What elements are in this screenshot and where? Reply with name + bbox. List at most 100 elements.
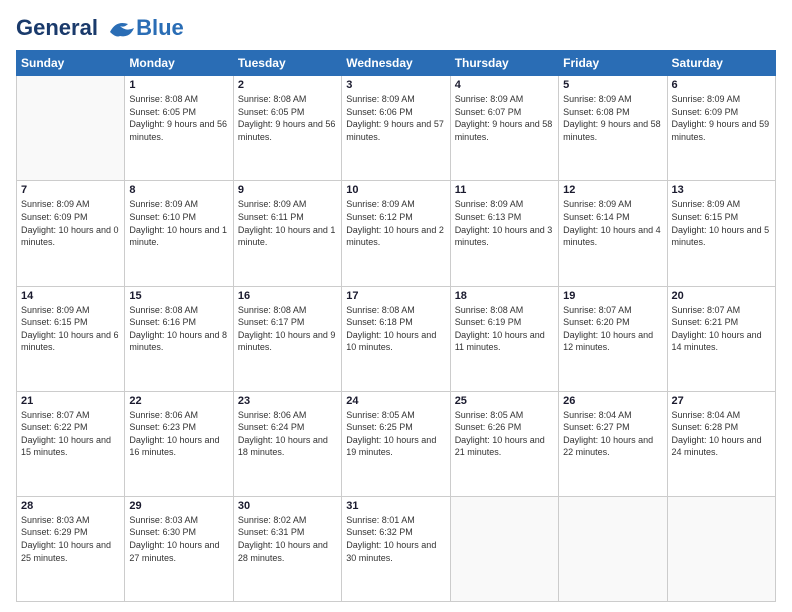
table-row: 9Sunrise: 8:09 AMSunset: 6:11 PMDaylight… xyxy=(233,181,341,286)
day-number: 20 xyxy=(672,290,771,302)
table-row: 5Sunrise: 8:09 AMSunset: 6:08 PMDaylight… xyxy=(559,76,667,181)
day-number: 24 xyxy=(346,395,445,407)
day-number: 30 xyxy=(238,500,337,512)
day-info: Sunrise: 8:08 AMSunset: 6:16 PMDaylight:… xyxy=(129,304,228,354)
day-number: 2 xyxy=(238,79,337,91)
table-row: 24 Sunrise: 8:05 AMSunset: 6:25 PMDayligh… xyxy=(342,391,450,496)
day-info: Sunrise: 8:06 AMSunset: 6:23 PMDaylight:… xyxy=(129,409,228,459)
table-row xyxy=(559,496,667,601)
calendar-week-row: 7Sunrise: 8:09 AMSunset: 6:09 PMDaylight… xyxy=(17,181,776,286)
day-number: 25 xyxy=(455,395,554,407)
day-info: Sunrise: 8:09 AMSunset: 6:15 PMDaylight:… xyxy=(672,198,771,248)
table-row: 22 Sunrise: 8:06 AMSunset: 6:23 PMDayligh… xyxy=(125,391,233,496)
table-row: 20 Sunrise: 8:07 AMSunset: 6:21 PMDayligh… xyxy=(667,286,775,391)
table-row: 3Sunrise: 8:09 AMSunset: 6:06 PMDaylight… xyxy=(342,76,450,181)
logo-bird-icon xyxy=(106,18,134,40)
day-info: Sunrise: 8:09 AMSunset: 6:12 PMDaylight:… xyxy=(346,198,445,248)
table-row xyxy=(17,76,125,181)
table-row: 14 Sunrise: 8:09 AMSunset: 6:15 PMDayligh… xyxy=(17,286,125,391)
day-info: Sunrise: 8:03 AMSunset: 6:29 PMDaylight:… xyxy=(21,514,120,564)
day-info: Sunrise: 8:07 AMSunset: 6:21 PMDaylight:… xyxy=(672,304,771,354)
day-info: Sunrise: 8:04 AMSunset: 6:28 PMDaylight:… xyxy=(672,409,771,459)
header-thursday: Thursday xyxy=(450,51,558,76)
day-info: Sunrise: 8:04 AMSunset: 6:27 PMDaylight:… xyxy=(563,409,662,459)
day-info: Sunrise: 8:08 AMSunset: 6:19 PMDaylight:… xyxy=(455,304,554,354)
table-row: 29Sunrise: 8:03 AMSunset: 6:30 PMDayligh… xyxy=(125,496,233,601)
table-row: 10 Sunrise: 8:09 AMSunset: 6:12 PMDayligh… xyxy=(342,181,450,286)
day-number: 13 xyxy=(672,184,771,196)
day-info: Sunrise: 8:09 AMSunset: 6:07 PMDaylight:… xyxy=(455,93,554,143)
table-row: 13 Sunrise: 8:09 AMSunset: 6:15 PMDayligh… xyxy=(667,181,775,286)
day-info: Sunrise: 8:09 AMSunset: 6:11 PMDaylight:… xyxy=(238,198,337,248)
table-row xyxy=(667,496,775,601)
calendar-table: Sunday Monday Tuesday Wednesday Thursday… xyxy=(16,50,776,602)
table-row: 1 Sunrise: 8:08 AMSunset: 6:05 PMDaylight… xyxy=(125,76,233,181)
day-info: Sunrise: 8:09 AMSunset: 6:13 PMDaylight:… xyxy=(455,198,554,248)
day-number: 10 xyxy=(346,184,445,196)
day-number: 11 xyxy=(455,184,554,196)
day-number: 21 xyxy=(21,395,120,407)
logo: General Blue xyxy=(16,16,184,40)
table-row: 31Sunrise: 8:01 AMSunset: 6:32 PMDayligh… xyxy=(342,496,450,601)
table-row: 28 Sunrise: 8:03 AMSunset: 6:29 PMDayligh… xyxy=(17,496,125,601)
day-number: 15 xyxy=(129,290,228,302)
day-number: 28 xyxy=(21,500,120,512)
day-number: 5 xyxy=(563,79,662,91)
header-sunday: Sunday xyxy=(17,51,125,76)
header-tuesday: Tuesday xyxy=(233,51,341,76)
table-row: 27Sunrise: 8:04 AMSunset: 6:28 PMDayligh… xyxy=(667,391,775,496)
table-row: 16 Sunrise: 8:08 AMSunset: 6:17 PMDayligh… xyxy=(233,286,341,391)
table-row: 4Sunrise: 8:09 AMSunset: 6:07 PMDaylight… xyxy=(450,76,558,181)
day-info: Sunrise: 8:05 AMSunset: 6:25 PMDaylight:… xyxy=(346,409,445,459)
day-info: Sunrise: 8:05 AMSunset: 6:26 PMDaylight:… xyxy=(455,409,554,459)
logo-blue: Blue xyxy=(136,16,184,40)
table-row: 7Sunrise: 8:09 AMSunset: 6:09 PMDaylight… xyxy=(17,181,125,286)
day-number: 14 xyxy=(21,290,120,302)
day-info: Sunrise: 8:02 AMSunset: 6:31 PMDaylight:… xyxy=(238,514,337,564)
day-info: Sunrise: 8:08 AMSunset: 6:18 PMDaylight:… xyxy=(346,304,445,354)
day-info: Sunrise: 8:09 AMSunset: 6:14 PMDaylight:… xyxy=(563,198,662,248)
header-monday: Monday xyxy=(125,51,233,76)
day-info: Sunrise: 8:08 AMSunset: 6:05 PMDaylight:… xyxy=(129,93,228,143)
day-number: 19 xyxy=(563,290,662,302)
table-row: 18Sunrise: 8:08 AMSunset: 6:19 PMDayligh… xyxy=(450,286,558,391)
day-number: 7 xyxy=(21,184,120,196)
day-info: Sunrise: 8:07 AMSunset: 6:20 PMDaylight:… xyxy=(563,304,662,354)
logo-text: General xyxy=(16,16,134,40)
table-row: 23Sunrise: 8:06 AMSunset: 6:24 PMDayligh… xyxy=(233,391,341,496)
day-number: 22 xyxy=(129,395,228,407)
day-info: Sunrise: 8:09 AMSunset: 6:09 PMDaylight:… xyxy=(672,93,771,143)
table-row: 30 Sunrise: 8:02 AMSunset: 6:31 PMDayligh… xyxy=(233,496,341,601)
table-row xyxy=(450,496,558,601)
table-row: 2Sunrise: 8:08 AMSunset: 6:05 PMDaylight… xyxy=(233,76,341,181)
day-number: 17 xyxy=(346,290,445,302)
weekday-header-row: Sunday Monday Tuesday Wednesday Thursday… xyxy=(17,51,776,76)
table-row: 26 Sunrise: 8:04 AMSunset: 6:27 PMDayligh… xyxy=(559,391,667,496)
day-number: 26 xyxy=(563,395,662,407)
day-info: Sunrise: 8:01 AMSunset: 6:32 PMDaylight:… xyxy=(346,514,445,564)
day-number: 8 xyxy=(129,184,228,196)
table-row: 12 Sunrise: 8:09 AMSunset: 6:14 PMDayligh… xyxy=(559,181,667,286)
header-saturday: Saturday xyxy=(667,51,775,76)
day-info: Sunrise: 8:06 AMSunset: 6:24 PMDaylight:… xyxy=(238,409,337,459)
day-info: Sunrise: 8:08 AMSunset: 6:17 PMDaylight:… xyxy=(238,304,337,354)
day-number: 12 xyxy=(563,184,662,196)
calendar-page: General Blue Sunday Monday Tuesday Wedne… xyxy=(0,0,792,612)
calendar-week-row: 14 Sunrise: 8:09 AMSunset: 6:15 PMDayligh… xyxy=(17,286,776,391)
header-friday: Friday xyxy=(559,51,667,76)
day-info: Sunrise: 8:09 AMSunset: 6:10 PMDaylight:… xyxy=(129,198,228,248)
day-info: Sunrise: 8:03 AMSunset: 6:30 PMDaylight:… xyxy=(129,514,228,564)
day-number: 16 xyxy=(238,290,337,302)
calendar-week-row: 21Sunrise: 8:07 AMSunset: 6:22 PMDayligh… xyxy=(17,391,776,496)
table-row: 17 Sunrise: 8:08 AMSunset: 6:18 PMDayligh… xyxy=(342,286,450,391)
table-row: 25 Sunrise: 8:05 AMSunset: 6:26 PMDayligh… xyxy=(450,391,558,496)
day-info: Sunrise: 8:09 AMSunset: 6:15 PMDaylight:… xyxy=(21,304,120,354)
table-row: 8 Sunrise: 8:09 AMSunset: 6:10 PMDaylight… xyxy=(125,181,233,286)
table-row: 11 Sunrise: 8:09 AMSunset: 6:13 PMDayligh… xyxy=(450,181,558,286)
header: General Blue xyxy=(16,16,776,40)
calendar-week-row: 1 Sunrise: 8:08 AMSunset: 6:05 PMDaylight… xyxy=(17,76,776,181)
calendar-week-row: 28 Sunrise: 8:03 AMSunset: 6:29 PMDayligh… xyxy=(17,496,776,601)
day-info: Sunrise: 8:09 AMSunset: 6:06 PMDaylight:… xyxy=(346,93,445,143)
table-row: 21Sunrise: 8:07 AMSunset: 6:22 PMDayligh… xyxy=(17,391,125,496)
day-number: 1 xyxy=(129,79,228,91)
